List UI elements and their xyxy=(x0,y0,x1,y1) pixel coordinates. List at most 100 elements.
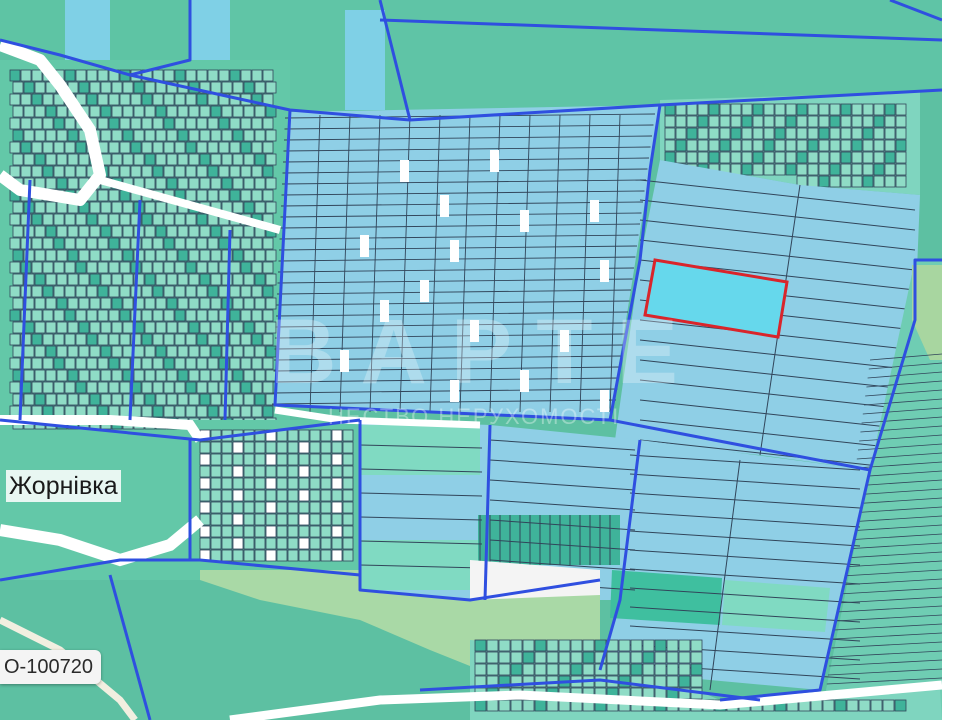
village-parcel[interactable] xyxy=(141,285,153,298)
village-parcel[interactable] xyxy=(240,141,252,154)
village-parcel[interactable] xyxy=(34,153,46,166)
sw-parcel[interactable] xyxy=(342,441,354,454)
south-field-3-dark[interactable] xyxy=(610,570,722,625)
ne-parcel[interactable] xyxy=(763,151,775,164)
sw-parcel[interactable] xyxy=(309,465,321,478)
village-parcel[interactable] xyxy=(199,249,211,262)
ne-parcel[interactable] xyxy=(840,151,852,164)
vacant-parcel[interactable] xyxy=(560,330,569,352)
village-parcel[interactable] xyxy=(75,285,87,298)
ne-parcel[interactable] xyxy=(796,151,808,164)
ne-parcel[interactable] xyxy=(774,163,786,176)
sw-parcel[interactable] xyxy=(298,453,310,466)
sw-parcel[interactable] xyxy=(265,501,277,514)
village-parcel[interactable] xyxy=(31,93,43,106)
village-parcel[interactable] xyxy=(100,81,112,94)
ne-parcel[interactable] xyxy=(763,115,775,128)
vacant-parcel[interactable] xyxy=(450,380,459,402)
village-parcel[interactable] xyxy=(20,93,32,106)
village-parcel[interactable] xyxy=(97,381,109,394)
vacant-parcel[interactable] xyxy=(360,235,369,257)
village-parcel[interactable] xyxy=(23,81,35,94)
village-parcel[interactable] xyxy=(196,141,208,154)
sw-parcel[interactable] xyxy=(331,537,343,550)
village-parcel[interactable] xyxy=(188,177,200,190)
village-parcel[interactable] xyxy=(174,141,186,154)
sw-parcel[interactable] xyxy=(199,525,211,538)
ne-parcel[interactable] xyxy=(675,103,687,116)
village-parcel[interactable] xyxy=(210,225,222,238)
ne-parcel[interactable] xyxy=(895,103,907,116)
village-parcel[interactable] xyxy=(86,309,98,322)
village-parcel[interactable] xyxy=(67,177,79,190)
village-parcel[interactable] xyxy=(207,309,219,322)
bottom-parcel[interactable] xyxy=(522,639,535,652)
village-parcel[interactable] xyxy=(56,273,68,286)
bottom-parcel[interactable] xyxy=(846,699,859,712)
village-parcel[interactable] xyxy=(45,369,57,382)
sw-parcel[interactable] xyxy=(243,441,255,454)
sw-parcel[interactable] xyxy=(221,537,233,550)
village-parcel[interactable] xyxy=(141,117,153,130)
village-parcel[interactable] xyxy=(174,93,186,106)
village-parcel[interactable] xyxy=(75,69,87,82)
village-parcel[interactable] xyxy=(108,213,120,226)
village-parcel[interactable] xyxy=(64,117,76,130)
sw-parcel[interactable] xyxy=(221,549,233,562)
village-parcel[interactable] xyxy=(42,117,54,130)
ne-parcel[interactable] xyxy=(763,139,775,152)
strip-blue-2[interactable] xyxy=(345,10,385,110)
bottom-parcel[interactable] xyxy=(834,699,847,712)
village-parcel[interactable] xyxy=(108,165,120,178)
village-parcel[interactable] xyxy=(34,249,46,262)
village-parcel[interactable] xyxy=(207,189,219,202)
village-parcel[interactable] xyxy=(188,249,200,262)
sw-parcel[interactable] xyxy=(199,477,211,490)
village-parcel[interactable] xyxy=(144,201,156,214)
village-parcel[interactable] xyxy=(108,333,120,346)
sw-parcel[interactable] xyxy=(309,525,321,538)
ne-parcel[interactable] xyxy=(895,175,907,188)
bottom-parcel[interactable] xyxy=(546,699,559,712)
village-parcel[interactable] xyxy=(229,405,241,418)
village-parcel[interactable] xyxy=(31,141,43,154)
village-parcel[interactable] xyxy=(89,81,101,94)
village-parcel[interactable] xyxy=(45,201,57,214)
village-parcel[interactable] xyxy=(166,225,178,238)
village-parcel[interactable] xyxy=(86,237,98,250)
village-parcel[interactable] xyxy=(45,393,57,406)
village-parcel[interactable] xyxy=(188,321,200,334)
bottom-parcel[interactable] xyxy=(618,651,631,664)
sw-parcel[interactable] xyxy=(210,549,222,562)
sw-parcel[interactable] xyxy=(276,489,288,502)
village-parcel[interactable] xyxy=(155,321,167,334)
vacant-parcel[interactable] xyxy=(520,210,529,232)
bottom-parcel[interactable] xyxy=(582,663,595,676)
village-parcel[interactable] xyxy=(243,345,255,358)
village-parcel[interactable] xyxy=(196,333,208,346)
bottom-parcel[interactable] xyxy=(582,639,595,652)
village-parcel[interactable] xyxy=(166,129,178,142)
village-parcel[interactable] xyxy=(56,225,68,238)
village-parcel[interactable] xyxy=(155,105,167,118)
village-parcel[interactable] xyxy=(166,153,178,166)
village-parcel[interactable] xyxy=(166,105,178,118)
village-parcel[interactable] xyxy=(188,297,200,310)
village-parcel[interactable] xyxy=(152,213,164,226)
village-parcel[interactable] xyxy=(240,69,252,82)
village-parcel[interactable] xyxy=(53,117,65,130)
village-parcel[interactable] xyxy=(122,273,134,286)
sw-parcel[interactable] xyxy=(331,441,343,454)
ne-parcel[interactable] xyxy=(675,139,687,152)
ne-parcel[interactable] xyxy=(862,151,874,164)
village-parcel[interactable] xyxy=(45,177,57,190)
bottom-parcel[interactable] xyxy=(558,651,571,664)
bottom-parcel[interactable] xyxy=(690,675,703,688)
village-parcel[interactable] xyxy=(108,381,120,394)
village-parcel[interactable] xyxy=(240,189,252,202)
sw-parcel[interactable] xyxy=(331,465,343,478)
village-parcel[interactable] xyxy=(45,105,57,118)
sw-parcel[interactable] xyxy=(254,501,266,514)
village-parcel[interactable] xyxy=(53,381,65,394)
village-parcel[interactable] xyxy=(56,345,68,358)
